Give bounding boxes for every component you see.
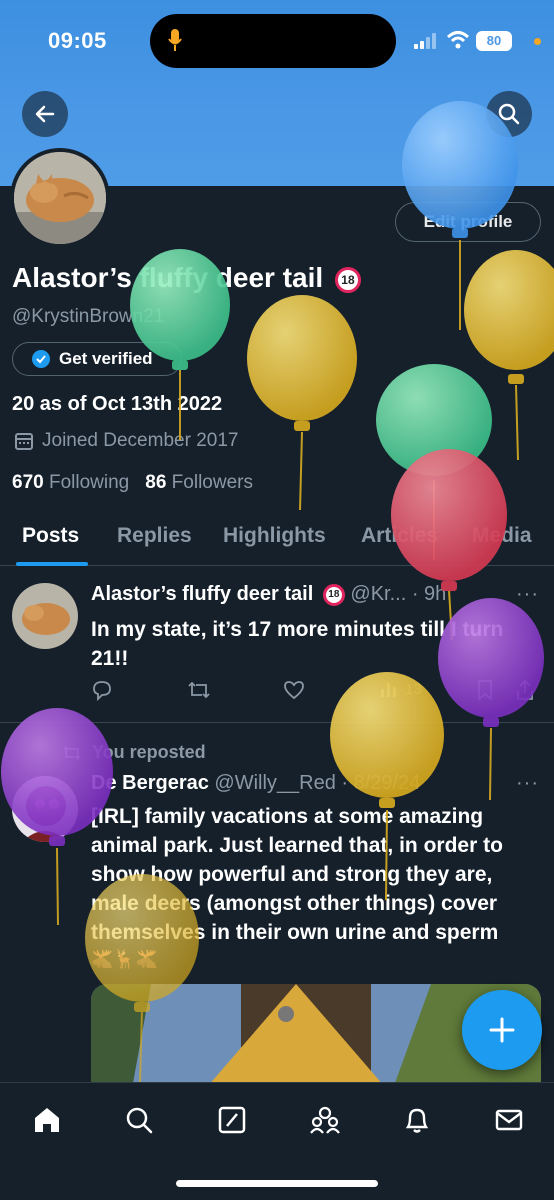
battery-indicator: 80: [476, 31, 512, 51]
nav-grok[interactable]: [215, 1103, 249, 1137]
post-author[interactable]: De Bergerac: [91, 772, 209, 794]
home-icon: [35, 1108, 59, 1132]
reply-button[interactable]: [91, 679, 113, 701]
bell-icon: [405, 1108, 429, 1133]
nav-messages[interactable]: [492, 1103, 526, 1137]
search-button[interactable]: [486, 91, 532, 137]
compose-post-button[interactable]: [462, 990, 542, 1070]
post-text: [IRL] family vacations at some amazing a…: [91, 802, 541, 971]
age-18-badge: 18: [322, 583, 345, 606]
post-actions: 13: [91, 679, 533, 705]
tab-replies[interactable]: Replies: [117, 524, 192, 548]
post-text: In my state, it’s 17 more minutes till I…: [91, 618, 504, 670]
avatar-illustration: [12, 776, 78, 842]
communities-icon: [310, 1106, 340, 1134]
followers-link[interactable]: 86 Followers: [145, 472, 253, 494]
wifi-icon: [446, 31, 470, 49]
nav-explore[interactable]: [122, 1103, 156, 1137]
grok-icon: [218, 1106, 246, 1134]
nav-home[interactable]: [30, 1103, 64, 1137]
repost-indicator: You reposted: [62, 742, 206, 763]
post-item[interactable]: Alastor’s fluffy deer tail 18 @Kr... · 9…: [0, 567, 554, 723]
tab-articles[interactable]: Articles: [361, 524, 438, 548]
signal-icon: [414, 33, 436, 49]
profile-avatar[interactable]: [10, 148, 110, 248]
search-icon: [498, 103, 520, 125]
balloon-yellow: [464, 250, 554, 461]
more-options-icon[interactable]: ···: [516, 772, 539, 795]
post-handle-time: @Willy__Red · 8/29/24: [214, 772, 421, 794]
more-options-icon[interactable]: ···: [516, 583, 539, 606]
profile-bio: 20 as of Oct 13th 2022: [12, 393, 223, 415]
share-icon: [517, 679, 533, 700]
following-label: Following: [48, 472, 130, 493]
profile-display-name: Alastor’s fluffy deer tail 18: [12, 262, 361, 294]
reply-icon: [93, 681, 111, 701]
post-header: De Bergerac @Willy__Red · 8/29/24: [91, 772, 420, 795]
post-text-body: [IRL] family vacations at some amazing a…: [91, 805, 503, 944]
repost-icon: [188, 681, 210, 699]
cat-photo: [14, 152, 106, 244]
bookmark-icon: [478, 680, 492, 701]
age-18-badge: 18: [334, 266, 361, 293]
followers-count: 86: [145, 472, 167, 493]
reposted-label: You reposted: [92, 742, 206, 762]
views-count: 13: [405, 680, 422, 698]
post-emojis: 🫎🦌🫎: [91, 949, 159, 969]
tab-highlights[interactable]: Highlights: [223, 524, 326, 548]
search-icon: [126, 1107, 153, 1134]
post-avatar[interactable]: [12, 776, 78, 842]
back-button[interactable]: [22, 91, 68, 137]
mail-icon: [495, 1109, 523, 1131]
microphone-icon: [168, 29, 182, 51]
like-button[interactable]: [283, 679, 305, 701]
following-link[interactable]: 670 Following: [12, 472, 129, 494]
get-verified-button[interactable]: Get verified: [12, 342, 182, 376]
nav-communities[interactable]: [308, 1103, 342, 1137]
arrow-left-icon: [35, 105, 55, 123]
post-header: Alastor’s fluffy deer tail 18 @Kr... · 9…: [91, 583, 446, 606]
status-bar: 09:05 80: [0, 0, 554, 80]
joined-text: Joined December 2017: [42, 430, 239, 451]
edit-profile-button[interactable]: Edit profile: [395, 202, 541, 242]
active-tab-indicator: [16, 562, 88, 566]
display-name-text: Alastor’s fluffy deer tail: [12, 262, 324, 293]
profile-handle: @KrystinBrown21: [12, 306, 165, 327]
plus-icon: [489, 1017, 515, 1043]
home-indicator[interactable]: [176, 1180, 378, 1187]
following-count: 670: [12, 472, 44, 493]
post-avatar[interactable]: [12, 583, 78, 649]
cat-photo: [12, 583, 78, 649]
follow-stats: 670 Following 86 Followers: [12, 472, 253, 494]
get-verified-label: Get verified: [59, 349, 153, 368]
repost-icon: [63, 745, 81, 760]
post-handle-time: @Kr... · 9h: [350, 583, 447, 605]
profile-tabs: Posts Replies Highlights Articles Media: [0, 510, 554, 566]
dynamic-island: [150, 14, 396, 68]
heart-icon: [284, 681, 304, 700]
calendar-icon: [15, 433, 33, 450]
followers-label: Followers: [171, 472, 253, 493]
privacy-dot: [534, 38, 541, 45]
views-button[interactable]: 13: [379, 679, 422, 699]
verified-badge-icon: [32, 350, 50, 368]
tab-posts[interactable]: Posts: [22, 524, 79, 548]
nav-notifications[interactable]: [400, 1103, 434, 1137]
balloon-yellow: [247, 295, 357, 511]
joined-date: Joined December 2017: [14, 430, 238, 452]
status-time: 09:05: [48, 28, 107, 53]
post-author[interactable]: Alastor’s fluffy deer tail: [91, 583, 313, 605]
bookmark-button[interactable]: [475, 679, 495, 701]
tab-media[interactable]: Media: [472, 524, 532, 548]
share-button[interactable]: [515, 679, 535, 701]
repost-button[interactable]: [187, 679, 211, 701]
views-icon: [381, 683, 396, 697]
